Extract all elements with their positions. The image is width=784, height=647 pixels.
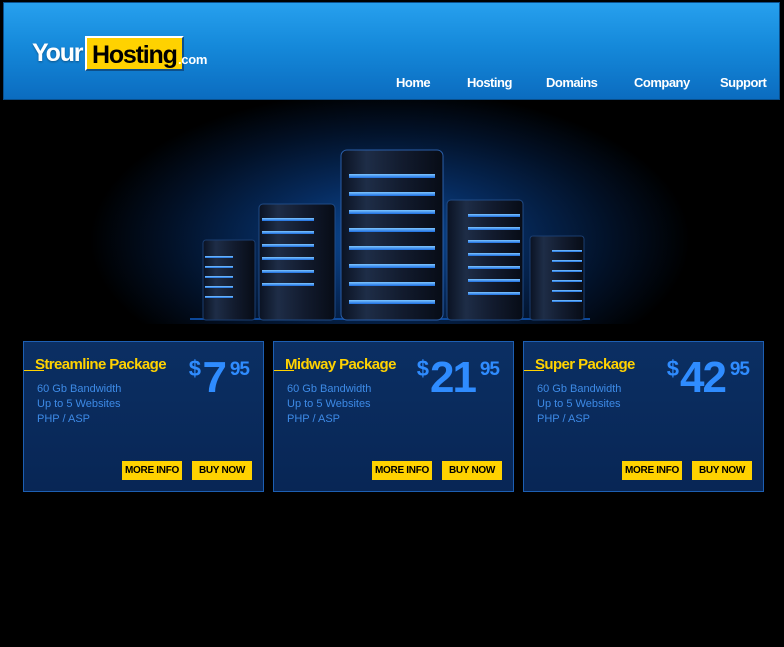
package-price: $ 21 95: [415, 353, 500, 402]
package-title: Midway Package: [285, 356, 396, 373]
package-card-streamline: Streamline Package $ 7 95 60 Gb Bandwidt…: [23, 341, 264, 492]
nav-hosting[interactable]: Hosting: [467, 75, 512, 90]
buy-now-button[interactable]: BUY NOW: [442, 461, 502, 480]
feature-bandwidth: 60 Gb Bandwidth: [37, 383, 122, 395]
package-price: $ 42 95: [665, 353, 750, 402]
more-info-button[interactable]: MORE INFO: [622, 461, 682, 480]
feature-bandwidth: 60 Gb Bandwidth: [537, 383, 622, 395]
server-towers-image: [190, 149, 590, 321]
feature-websites: Up to 5 Websites: [287, 398, 371, 410]
feature-websites: Up to 5 Websites: [537, 398, 621, 410]
price-currency: $: [666, 356, 679, 381]
more-info-button[interactable]: MORE INFO: [372, 461, 432, 480]
logo-your: Your: [32, 39, 84, 67]
price-currency: $: [416, 356, 429, 381]
price-cents: 95: [729, 359, 750, 380]
nav-domains[interactable]: Domains: [546, 75, 598, 90]
nav-company[interactable]: Company: [634, 75, 690, 90]
price-whole: 7: [202, 353, 228, 402]
price-cents: 95: [229, 359, 250, 380]
package-price: $ 7 95: [187, 353, 250, 402]
feature-bandwidth: 60 Gb Bandwidth: [287, 383, 372, 395]
price-whole: 42: [680, 353, 727, 402]
main-nav: Home Hosting Domains Company Support: [4, 75, 779, 95]
hero-banner: [0, 100, 784, 324]
buy-now-button[interactable]: BUY NOW: [192, 461, 252, 480]
nav-home[interactable]: Home: [396, 75, 431, 90]
package-card-midway: Midway Package $ 21 95 60 Gb Bandwidth U…: [273, 341, 514, 492]
feature-languages: PHP / ASP: [287, 413, 340, 425]
price-whole: 21: [430, 353, 477, 402]
feature-languages: PHP / ASP: [537, 413, 590, 425]
package-title: Streamline Package: [35, 356, 167, 373]
logo-hosting: Hosting: [85, 36, 184, 71]
feature-languages: PHP / ASP: [37, 413, 90, 425]
nav-support[interactable]: Support: [720, 75, 767, 90]
feature-websites: Up to 5 Websites: [37, 398, 121, 410]
price-cents: 95: [479, 359, 500, 380]
header: Your Hosting .com Home Hosting Domains C…: [3, 2, 780, 100]
price-currency: $: [188, 356, 201, 381]
feature-list: 60 Gb Bandwidth Up to 5 Websites PHP / A…: [287, 382, 371, 427]
logo-com: .com: [178, 52, 208, 67]
package-title: Super Package: [535, 356, 635, 373]
feature-list: 60 Gb Bandwidth Up to 5 Websites PHP / A…: [37, 382, 121, 427]
feature-list: 60 Gb Bandwidth Up to 5 Websites PHP / A…: [537, 382, 621, 427]
package-card-super: Super Package $ 42 95 60 Gb Bandwidth Up…: [523, 341, 764, 492]
more-info-button[interactable]: MORE INFO: [122, 461, 182, 480]
buy-now-button[interactable]: BUY NOW: [692, 461, 752, 480]
